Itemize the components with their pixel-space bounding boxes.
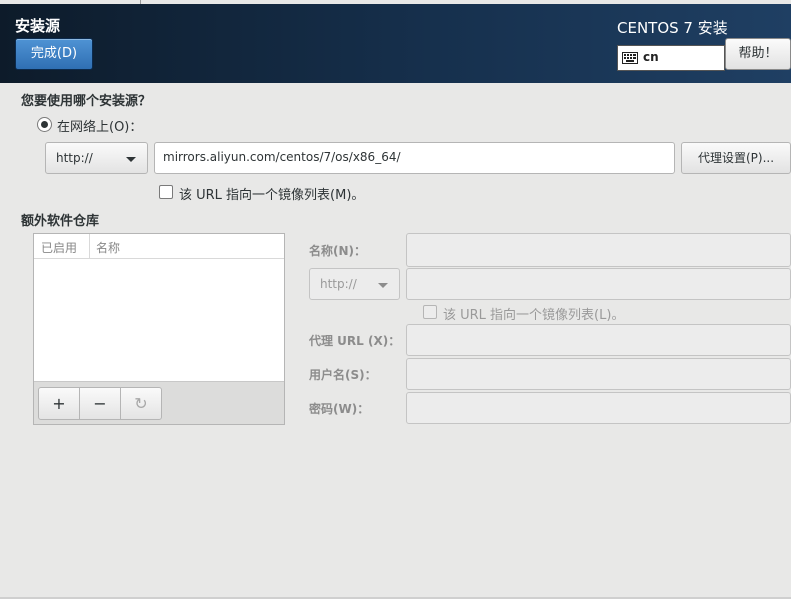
repo-name-input[interactable] xyxy=(406,233,791,267)
window-divider xyxy=(140,0,141,4)
keyboard-layout-indicator[interactable]: cn xyxy=(617,45,725,71)
product-title: CENTOS 7 安装 xyxy=(617,19,728,37)
repo-username-label: 用户名(S)： xyxy=(309,368,377,382)
network-source-radio[interactable] xyxy=(37,117,52,132)
proxy-settings-button[interactable]: 代理设置(P)... xyxy=(681,142,791,174)
radio-selected-dot xyxy=(41,121,48,128)
source-question: 您要使用哪个安装源？ xyxy=(21,94,152,109)
column-divider xyxy=(89,234,90,259)
chevron-down-icon xyxy=(378,283,388,288)
protocol-select[interactable]: http:// xyxy=(45,142,148,174)
add-repo-button[interactable]: + xyxy=(38,387,80,420)
repo-mirror-list-label[interactable]: 该 URL 指向一个镜像列表(L)。 xyxy=(443,304,624,323)
repo-list-toolbar: + − ↻ xyxy=(34,381,284,424)
protocol-select-value: http:// xyxy=(56,151,93,165)
repo-proxy-url-label: 代理 URL (X)： xyxy=(309,334,401,348)
keyboard-icon xyxy=(622,52,638,64)
remove-repo-button[interactable]: − xyxy=(79,387,121,420)
repo-url-input[interactable] xyxy=(406,268,791,300)
column-header-enabled[interactable]: 已启用 xyxy=(41,239,77,256)
repo-list[interactable]: 已启用 名称 + − ↻ xyxy=(33,233,285,425)
page-title: 安装源 xyxy=(15,17,61,35)
repo-protocol-value: http:// xyxy=(320,277,357,291)
additional-repos-title: 额外软件仓库 xyxy=(21,214,100,229)
repo-name-label: 名称(N)： xyxy=(309,244,367,258)
column-header-name[interactable]: 名称 xyxy=(96,239,120,256)
keyboard-layout-label: cn xyxy=(643,50,659,64)
repo-username-input[interactable] xyxy=(406,358,791,390)
mirror-list-label[interactable]: 该 URL 指向一个镜像列表(M)。 xyxy=(179,184,364,203)
repo-list-header: 已启用 名称 xyxy=(34,234,284,259)
help-button[interactable]: 帮助！ xyxy=(725,38,791,70)
refresh-icon[interactable]: ↻ xyxy=(120,387,162,420)
source-url-input[interactable]: mirrors.aliyun.com/centos/7/os/x86_64/ xyxy=(154,142,675,174)
done-button[interactable]: 完成(D) xyxy=(15,38,93,70)
repo-protocol-select[interactable]: http:// xyxy=(309,268,400,300)
repo-password-label: 密码(W)： xyxy=(309,402,370,416)
network-source-label[interactable]: 在网络上(O)： xyxy=(57,116,142,135)
chevron-down-icon xyxy=(126,157,136,162)
repo-mirror-list-checkbox[interactable] xyxy=(423,305,437,319)
repo-proxy-url-input[interactable] xyxy=(406,324,791,356)
mirror-list-checkbox[interactable] xyxy=(159,185,173,199)
repo-password-input[interactable] xyxy=(406,392,791,424)
